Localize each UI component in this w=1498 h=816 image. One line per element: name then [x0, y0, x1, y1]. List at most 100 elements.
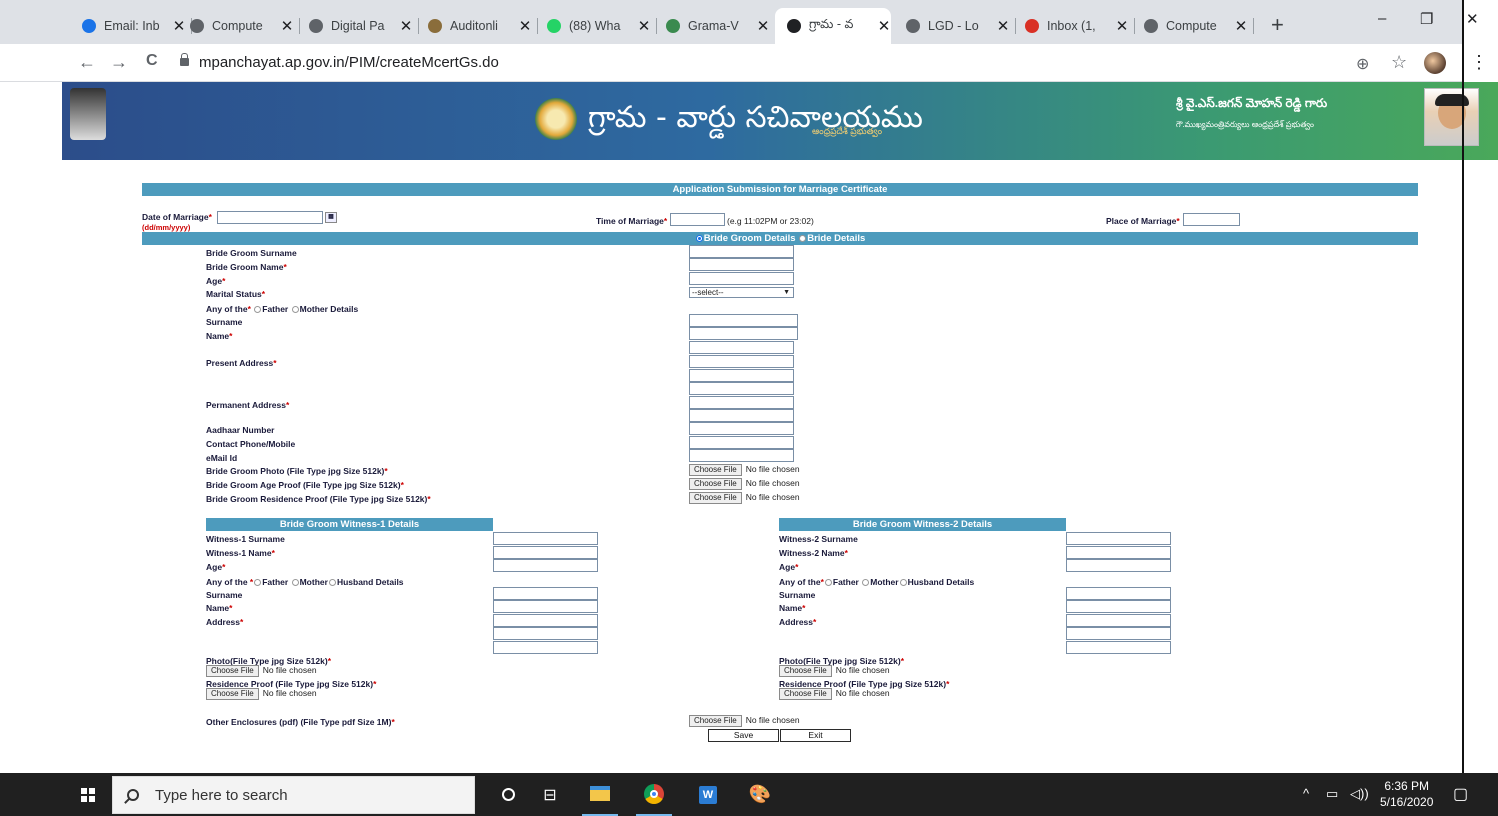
w1-husband-radio[interactable]	[328, 579, 336, 587]
taskbar-search[interactable]: Type here to search	[112, 776, 475, 814]
parent-surname-input[interactable]	[689, 314, 798, 327]
w1-mother-radio[interactable]	[291, 579, 299, 587]
time-format-hint: (e.g 11:02PM or 23:02)	[727, 216, 814, 226]
witness2-relation-name-input[interactable]	[1066, 600, 1171, 613]
witness1-relation-name-input[interactable]	[493, 600, 598, 613]
browser-menu-icon[interactable]: ⋮	[1470, 52, 1488, 73]
task-view-icon[interactable]: ⊟	[532, 773, 568, 816]
witness1-address-line1[interactable]	[493, 614, 598, 627]
permanent-address-label: Permanent Address*	[206, 400, 290, 410]
witness1-residence-file[interactable]: Choose File No file chosen	[206, 688, 317, 700]
paint-app-icon[interactable]: 🎨	[742, 773, 778, 816]
witness1-name-input[interactable]	[493, 546, 598, 559]
witness2-header: Bride Groom Witness-2 Details	[779, 518, 1066, 531]
witness1-relation-surname-input[interactable]	[493, 587, 598, 600]
witness2-photo-file[interactable]: Choose File No file chosen	[779, 665, 890, 677]
witness1-surname-label: Witness-1 Surname	[206, 534, 285, 544]
present-address-line1[interactable]	[689, 341, 794, 354]
groom-details-label: Bride Groom Details	[703, 233, 796, 244]
groom-age-proof-file[interactable]: Choose File No file chosen	[689, 478, 800, 490]
groom-details-radio[interactable]	[695, 234, 703, 242]
groom-surname-input[interactable]	[689, 245, 794, 258]
present-address-line3[interactable]	[689, 369, 794, 382]
parent-choice-row: Any of the* Father Mother Details	[206, 304, 359, 314]
groom-residence-proof-file[interactable]: Choose File No file chosen	[689, 492, 800, 504]
witness1-age-input[interactable]	[493, 559, 598, 572]
groom-age-input[interactable]	[689, 272, 794, 285]
w2-mother-radio[interactable]	[862, 579, 870, 587]
witness2-age-label: Age*	[779, 562, 799, 572]
close-window-button[interactable]: ✕	[1466, 10, 1479, 28]
w2-husband-radio[interactable]	[899, 579, 907, 587]
parent-name-input[interactable]	[689, 327, 798, 340]
word-app-icon[interactable]: W	[690, 773, 726, 816]
aadhaar-input[interactable]	[689, 422, 794, 435]
groom-name-label: Bride Groom Name*	[206, 262, 287, 272]
witness1-photo-file[interactable]: Choose File No file chosen	[206, 665, 317, 677]
time-of-marriage-input[interactable]	[670, 213, 725, 226]
witness2-residence-file[interactable]: Choose File No file chosen	[779, 688, 890, 700]
email-input[interactable]	[689, 449, 794, 462]
window-edge	[1462, 0, 1464, 773]
clock[interactable]: 6:36 PM 5/16/2020	[1380, 778, 1433, 810]
witness2-relation-surname-label: Surname	[779, 590, 816, 600]
groom-photo-label: Bride Groom Photo (File Type jpg Size 51…	[206, 466, 388, 476]
w2-father-radio[interactable]	[824, 579, 832, 587]
permanent-address-line3[interactable]	[689, 409, 794, 422]
witness1-address-line2[interactable]	[493, 627, 598, 640]
marital-status-select[interactable]: --select-- ▼	[689, 287, 794, 298]
father-radio[interactable]	[254, 306, 262, 314]
witness1-relation-row: Any of the * Father Mother Husband Details	[206, 577, 404, 587]
clock-time: 6:36 PM	[1384, 779, 1430, 793]
tray-chevron-icon[interactable]: ^	[1303, 786, 1309, 801]
place-of-marriage-label: Place of Marriage*	[1106, 216, 1180, 226]
witness2-address-line1[interactable]	[1066, 614, 1171, 627]
present-address-line2[interactable]	[689, 355, 794, 368]
present-address-label: Present Address*	[206, 358, 277, 368]
witness1-relation-surname-label: Surname	[206, 590, 243, 600]
witness2-surname-input[interactable]	[1066, 532, 1171, 545]
groom-surname-label: Bride Groom Surname	[206, 248, 297, 258]
groom-age-proof-label: Bride Groom Age Proof (File Type jpg Siz…	[206, 480, 404, 490]
file-explorer-icon[interactable]	[582, 773, 618, 816]
bride-details-label: Bride Details	[807, 233, 866, 244]
permanent-address-line2[interactable]	[689, 396, 794, 409]
cortana-icon[interactable]	[490, 773, 526, 816]
taskbar-search-placeholder: Type here to search	[155, 786, 288, 804]
form-heading: Application Submission for Marriage Cert…	[142, 183, 1418, 196]
volume-icon[interactable]: ◁))	[1350, 786, 1369, 802]
notifications-icon[interactable]: ▢	[1453, 784, 1468, 804]
witness2-address-line3[interactable]	[1066, 641, 1171, 654]
witness2-name-input[interactable]	[1066, 546, 1171, 559]
groom-photo-file[interactable]: Choose File No file chosen	[689, 464, 800, 476]
witness2-age-input[interactable]	[1066, 559, 1171, 572]
witness1-header: Bride Groom Witness-1 Details	[206, 518, 493, 531]
contact-input[interactable]	[689, 436, 794, 449]
exit-button[interactable]: Exit	[780, 729, 851, 742]
witness2-relation-surname-input[interactable]	[1066, 587, 1171, 600]
parent-surname-label: Surname	[206, 317, 243, 327]
parent-name-label: Name*	[206, 331, 233, 341]
groom-residence-proof-label: Bride Groom Residence Proof (File Type j…	[206, 494, 431, 504]
groom-name-input[interactable]	[689, 258, 794, 271]
permanent-address-line1[interactable]	[689, 382, 794, 395]
witness2-address-line2[interactable]	[1066, 627, 1171, 640]
clock-date: 5/16/2020	[1380, 795, 1434, 809]
start-button[interactable]	[64, 773, 112, 816]
screen: Email: Inb ✕ Compute ✕ Digital Pa ✕ Auditonli ✕…	[0, 0, 1498, 816]
mother-radio[interactable]	[291, 306, 299, 314]
save-button[interactable]: Save	[708, 729, 779, 742]
groom-age-label: Age*	[206, 276, 226, 286]
w1-father-radio[interactable]	[254, 579, 262, 587]
search-icon	[127, 789, 139, 801]
place-of-marriage-input[interactable]	[1183, 213, 1240, 226]
witness1-address-line3[interactable]	[493, 641, 598, 654]
other-enclosures-file[interactable]: Choose File No file chosen	[689, 715, 800, 727]
chrome-icon[interactable]	[636, 773, 672, 816]
network-icon[interactable]: ▭	[1326, 786, 1338, 802]
witness1-surname-input[interactable]	[493, 532, 598, 545]
witness2-relation-row: Any of the* Father Mother Husband Details	[779, 577, 975, 587]
date-of-marriage-input[interactable]	[217, 211, 323, 224]
calendar-icon[interactable]: ▦	[325, 212, 337, 223]
bride-details-radio[interactable]	[799, 234, 807, 242]
